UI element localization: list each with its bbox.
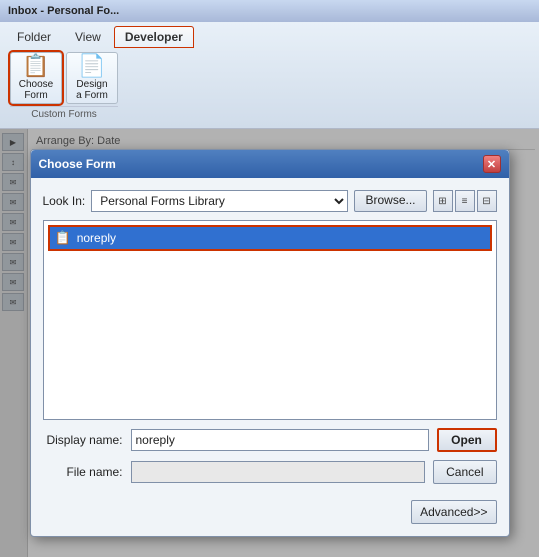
display-name-input[interactable] — [131, 429, 429, 451]
tab-developer[interactable]: Developer — [114, 26, 194, 48]
file-name-label: File name: — [43, 465, 123, 479]
file-name-input[interactable] — [131, 461, 426, 483]
choose-form-button[interactable]: 📋 Choose Form — [10, 52, 62, 104]
ribbon-group-label: Custom Forms — [10, 106, 118, 120]
forms-list[interactable]: 📋 noreply — [43, 220, 497, 420]
view-btn-3[interactable]: ⊟ — [477, 190, 497, 212]
tab-folder[interactable]: Folder — [6, 26, 62, 48]
dialog-body: Look In: Personal Forms Library Browse..… — [31, 178, 509, 496]
advanced-button[interactable]: Advanced>> — [411, 500, 496, 524]
dialog-footer: Advanced>> — [31, 496, 509, 536]
title-bar-text: Inbox - Personal Fo... — [0, 5, 535, 17]
display-name-label: Display name: — [43, 433, 123, 447]
browse-button[interactable]: Browse... — [354, 190, 426, 212]
main-area: ▶ ↕ ✉ ✉ ✉ ✉ ✉ ✉ ✉ Arrange By: Date Choos… — [0, 129, 539, 557]
dialog-close-button[interactable]: ✕ — [483, 155, 501, 173]
view-btn-2[interactable]: ≡ — [455, 190, 475, 212]
choose-form-dialog: Choose Form ✕ Look In: Personal Forms Li… — [30, 149, 510, 537]
view-buttons: ⊞ ≡ ⊟ — [433, 190, 497, 212]
dialog-titlebar: Choose Form ✕ — [31, 150, 509, 178]
look-in-select[interactable]: Personal Forms Library — [91, 190, 348, 212]
look-in-row: Look In: Personal Forms Library Browse..… — [43, 190, 497, 212]
tab-view[interactable]: View — [64, 26, 112, 48]
design-form-label: Design a Form — [76, 79, 108, 101]
ribbon: Folder View Developer 📋 Choose Form 📄 De… — [0, 22, 539, 129]
title-bar: Inbox - Personal Fo... — [0, 0, 539, 22]
design-form-icon: 📄 — [78, 55, 105, 77]
file-name-row: File name: Cancel — [43, 460, 497, 484]
ribbon-group-custom-forms: 📋 Choose Form 📄 Design a Form Custom For… — [10, 52, 118, 120]
ribbon-tabs: Folder View Developer — [0, 24, 539, 48]
ribbon-content: 📋 Choose Form 📄 Design a Form Custom For… — [0, 48, 539, 124]
form-item-label: noreply — [77, 231, 116, 245]
choose-form-icon: 📋 — [22, 55, 49, 77]
look-in-label: Look In: — [43, 194, 86, 208]
display-name-row: Display name: Open — [43, 428, 497, 452]
form-item-icon: 📋 — [55, 230, 71, 246]
dialog-title: Choose Form — [39, 157, 116, 171]
open-button[interactable]: Open — [437, 428, 497, 452]
design-form-button[interactable]: 📄 Design a Form — [66, 52, 118, 104]
cancel-button[interactable]: Cancel — [433, 460, 496, 484]
modal-overlay: Choose Form ✕ Look In: Personal Forms Li… — [0, 129, 539, 557]
form-item-noreply[interactable]: 📋 noreply — [48, 225, 492, 251]
choose-form-label: Choose Form — [19, 79, 53, 101]
view-btn-1[interactable]: ⊞ — [433, 190, 453, 212]
ribbon-group-buttons: 📋 Choose Form 📄 Design a Form — [10, 52, 118, 104]
